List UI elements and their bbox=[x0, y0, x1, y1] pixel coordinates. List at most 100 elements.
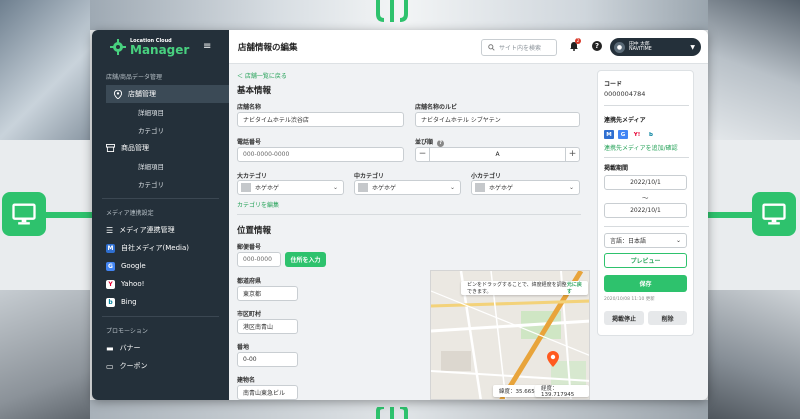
coupon-icon: ▭ bbox=[106, 361, 114, 371]
sidebar-item-label: メディア連携管理 bbox=[119, 226, 175, 234]
large-category-select[interactable]: ホゲホゲ ⌄ bbox=[237, 180, 344, 195]
search-input[interactable]: サイト内を検索 bbox=[481, 39, 557, 56]
zip-field[interactable]: 000-0000 bbox=[237, 252, 281, 267]
sidebar-item-label: クーポン bbox=[119, 362, 148, 370]
order-stepper[interactable]: − A + bbox=[415, 147, 580, 162]
publish-panel: コード 0000004784 連携先メディア M G Y! b 連携先メディアを… bbox=[597, 70, 694, 336]
save-button[interactable]: 保存 bbox=[604, 275, 687, 292]
search-icon bbox=[488, 44, 495, 51]
order-value: A bbox=[495, 151, 500, 158]
monitor-icon bbox=[752, 192, 796, 236]
store-code: 0000004784 bbox=[604, 90, 646, 98]
question-icon[interactable]: ? bbox=[437, 140, 445, 147]
sidebar-item-coupon[interactable]: ▭ クーポン bbox=[92, 357, 229, 375]
background-photo bbox=[0, 0, 90, 140]
list-icon: ☰ bbox=[106, 225, 114, 235]
plus-button[interactable]: + bbox=[565, 148, 579, 161]
building-field[interactable]: 南青山東急ビル bbox=[237, 385, 298, 400]
sidebar-sub-store-details[interactable]: 詳細項目 bbox=[92, 103, 229, 121]
fill-address-button[interactable]: 住所を入力 bbox=[285, 252, 326, 267]
divider bbox=[604, 105, 689, 106]
yahoo-icon: Y bbox=[106, 279, 115, 289]
store-name-field[interactable]: ナビタイムホテル渋谷店 bbox=[237, 112, 404, 127]
divider bbox=[102, 316, 219, 317]
avatar: ● bbox=[614, 41, 625, 53]
field-label: 連携先メディア bbox=[604, 117, 646, 124]
map-pin-icon[interactable] bbox=[547, 351, 559, 367]
decor-bars bbox=[376, 0, 408, 22]
edit-category-link[interactable]: カテゴリを編集 bbox=[237, 200, 279, 209]
sidebar-item-yahoo[interactable]: Y Yahoo! bbox=[92, 275, 229, 293]
prefecture-field[interactable]: 東京都 bbox=[237, 286, 298, 301]
google-icon: G bbox=[618, 130, 628, 139]
minus-button[interactable]: − bbox=[416, 148, 430, 161]
map[interactable]: ピンをドラッグすることで、緯度経度を調整できます。 元に戻す 緯度：35.665… bbox=[430, 270, 590, 400]
sidebar-item-label: Yahoo! bbox=[121, 280, 145, 288]
banner-icon: ▬ bbox=[106, 343, 114, 353]
add-media-link[interactable]: 連携先メディアを追加/確認 bbox=[604, 143, 678, 152]
field-label: 市区町村 bbox=[237, 311, 262, 318]
city-field[interactable]: 港区南青山 bbox=[237, 319, 298, 334]
help-icon[interactable]: ? bbox=[592, 41, 602, 51]
background-photo bbox=[708, 290, 800, 419]
category-swatch bbox=[358, 183, 368, 192]
map-tooltip-text: ピンをドラッグすることで、緯度経度を調整できます。 bbox=[467, 282, 567, 295]
background-photo bbox=[708, 0, 800, 140]
sidebar-item-banner[interactable]: ▬ バナー bbox=[92, 339, 229, 357]
field-label: 店舗名称 bbox=[237, 104, 262, 111]
phone-field[interactable]: 000-0000-0000 bbox=[237, 147, 404, 162]
preview-button[interactable]: プレビュー bbox=[604, 253, 687, 268]
middle-category-select[interactable]: ホゲホゲ ⌄ bbox=[354, 180, 461, 195]
start-date-field[interactable]: 2022/10/1 bbox=[604, 175, 687, 190]
divider bbox=[604, 157, 689, 158]
sidebar-sub-product-details[interactable]: 詳細項目 bbox=[92, 157, 229, 175]
chevron-down-icon: ⌄ bbox=[449, 184, 455, 191]
sidebar-item-store[interactable]: 店舗管理 bbox=[106, 85, 229, 103]
media-m-icon: M bbox=[106, 243, 115, 253]
header: 店舗情報の編集 サイト内を検索 2 ? ● 田中 太郎 NAVITIME ▼ bbox=[229, 30, 708, 64]
bing-icon: b bbox=[646, 130, 656, 139]
field-label: 並び順 ? bbox=[415, 137, 445, 147]
sidebar-item-bing[interactable]: b Bing bbox=[92, 293, 229, 311]
user-org: NAVITIME bbox=[629, 47, 652, 52]
divider bbox=[237, 214, 581, 215]
field-label: 掲載期間 bbox=[604, 165, 629, 172]
chevron-down-icon: ▼ bbox=[690, 43, 695, 51]
menu-collapse-icon[interactable]: ≡ bbox=[203, 41, 211, 52]
background-photo bbox=[0, 290, 90, 419]
decor-line bbox=[706, 212, 756, 218]
chevron-down-icon: ⌄ bbox=[332, 184, 338, 191]
user-menu[interactable]: ● 田中 太郎 NAVITIME ▼ bbox=[610, 38, 701, 56]
back-link[interactable]: ＜ 店舗一覧に戻る bbox=[237, 71, 287, 80]
map-reset-button[interactable]: 元に戻す bbox=[567, 281, 583, 295]
small-category-select[interactable]: ホゲホゲ ⌄ bbox=[471, 180, 580, 195]
sidebar: Location Cloud Manager ≡ 店舗/商品データ管理 店舗管理… bbox=[92, 30, 229, 400]
sidebar-item-media-link[interactable]: ☰ メディア連携管理 bbox=[92, 221, 229, 239]
stop-publishing-button[interactable]: 掲載停止 bbox=[604, 311, 644, 325]
field-label: 電話番号 bbox=[237, 139, 262, 146]
main-content: ＜ 店舗一覧に戻る 基本情報 店舗名称 ナビタイムホテル渋谷店 店舗名称のルビ … bbox=[229, 64, 591, 400]
field-label: 都道府県 bbox=[237, 278, 262, 285]
app-window: Location Cloud Manager ≡ 店舗/商品データ管理 店舗管理… bbox=[92, 30, 708, 400]
sidebar-item-product[interactable]: 商品管理 bbox=[92, 139, 229, 157]
section-title: 店舗/商品データ管理 bbox=[106, 74, 163, 81]
decor-line bbox=[44, 212, 94, 218]
sidebar-item-google[interactable]: G Google bbox=[92, 257, 229, 275]
field-label: 郵便番号 bbox=[237, 244, 262, 251]
divider bbox=[604, 226, 689, 227]
sidebar-sub-store-category[interactable]: カテゴリ bbox=[92, 121, 229, 139]
section-heading: 基本情報 bbox=[237, 86, 272, 96]
block-field[interactable]: 0-00 bbox=[237, 352, 298, 367]
store-ruby-field[interactable]: ナビタイムホテル シブヤテン bbox=[415, 112, 580, 127]
end-date-field[interactable]: 2022/10/1 bbox=[604, 203, 687, 218]
sidebar-item-own-media[interactable]: M 自社メディア(Media) bbox=[92, 239, 229, 257]
yahoo-icon: Y! bbox=[632, 130, 642, 139]
delete-button[interactable]: 削除 bbox=[648, 311, 687, 325]
select-value: ホゲホゲ bbox=[255, 185, 280, 192]
monitor-icon bbox=[2, 192, 46, 236]
sidebar-sub-product-category[interactable]: カテゴリ bbox=[92, 175, 229, 193]
field-label: 店舗名称のルビ bbox=[415, 104, 458, 111]
range-separator: 〜 bbox=[642, 194, 649, 202]
language-select[interactable]: 言語：日本語 ⌄ bbox=[604, 233, 687, 248]
chevron-down-icon: ⌄ bbox=[568, 184, 574, 191]
